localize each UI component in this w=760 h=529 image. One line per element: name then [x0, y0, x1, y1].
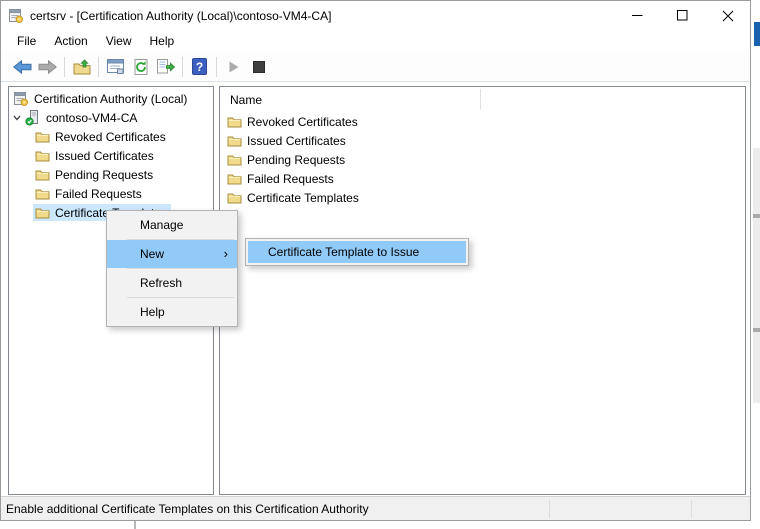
back-arrow-icon [13, 60, 32, 74]
tree-server-label: contoso-VM4-CA [46, 111, 137, 125]
tree-item-label: Revoked Certificates [55, 130, 166, 144]
list-item-issued-certificates[interactable]: Issued Certificates [220, 131, 745, 150]
tree-item-revoked-certificates[interactable]: Revoked Certificates [9, 127, 213, 146]
toolbar: ? [1, 52, 750, 82]
list-item-pending-requests[interactable]: Pending Requests [220, 150, 745, 169]
folder-icon [35, 187, 50, 200]
menu-item-label: Manage [140, 218, 183, 232]
menu-file[interactable]: File [8, 31, 45, 51]
tree-item-ca-server[interactable]: contoso-VM4-CA [9, 108, 213, 127]
background-artifact [134, 521, 136, 529]
results-list-pane: Name Revoked Certificates Issued Certifi… [219, 86, 746, 495]
forward-arrow-icon [38, 60, 57, 74]
tree-root-label: Certification Authority (Local) [34, 92, 187, 106]
menu-item-label: Certificate Template to Issue [268, 245, 419, 259]
background-artifact [754, 22, 760, 46]
toolbar-separator [182, 57, 183, 77]
folder-icon [227, 153, 242, 166]
folder-icon [227, 134, 242, 147]
tree-item-label: Issued Certificates [55, 149, 154, 163]
tree-item-pending-requests[interactable]: Pending Requests [9, 165, 213, 184]
help-icon: ? [192, 58, 207, 75]
toolbar-separator [64, 57, 65, 77]
toolbar-separator [98, 57, 99, 77]
refresh-icon [133, 59, 149, 75]
console-window-icon [107, 59, 124, 74]
list-item-label: Failed Requests [247, 172, 334, 186]
list-item-label: Certificate Templates [247, 191, 359, 205]
menu-item-label: New [140, 247, 164, 261]
title-bar: certsrv - [Certification Authority (Loca… [1, 1, 750, 30]
back-button[interactable] [10, 54, 35, 79]
maximize-icon [677, 10, 688, 21]
menu-item-label: Help [140, 305, 165, 319]
submenu-item-certificate-template-to-issue[interactable]: Certificate Template to Issue [248, 241, 466, 263]
tree-item-label: Pending Requests [55, 168, 153, 182]
list-header: Name [220, 87, 745, 112]
menu-help[interactable]: Help [141, 31, 184, 51]
column-header-name[interactable]: Name [230, 93, 262, 107]
context-menu-item-refresh[interactable]: Refresh [107, 269, 237, 297]
folder-icon [227, 115, 242, 128]
context-menu-item-manage[interactable]: Manage [107, 211, 237, 239]
close-button[interactable] [705, 1, 750, 30]
context-menu-item-help[interactable]: Help [107, 298, 237, 326]
folder-icon [227, 172, 242, 185]
export-list-icon [157, 59, 175, 74]
toolbar-separator [216, 57, 217, 77]
background-artifact [753, 328, 760, 332]
context-menu-item-new[interactable]: New › [107, 240, 237, 268]
help-button[interactable]: ? [187, 54, 212, 79]
certification-authority-icon [13, 91, 29, 107]
minimize-button[interactable] [615, 1, 660, 30]
tree-item-failed-requests[interactable]: Failed Requests [9, 184, 213, 203]
menu-bar: File Action View Help [1, 30, 750, 52]
play-icon [228, 60, 240, 74]
start-service-button[interactable] [221, 54, 246, 79]
stop-icon [253, 61, 265, 73]
folder-icon [35, 206, 50, 219]
context-menu: Manage New › Refresh Help [106, 210, 238, 327]
folder-icon [227, 191, 242, 204]
chevron-down-icon[interactable] [11, 113, 23, 123]
list-item-revoked-certificates[interactable]: Revoked Certificates [220, 112, 745, 131]
menu-action[interactable]: Action [45, 31, 96, 51]
new-submenu: Certificate Template to Issue [245, 238, 469, 266]
export-list-button[interactable] [153, 54, 178, 79]
status-bar-divider [549, 500, 550, 518]
menu-view[interactable]: View [97, 31, 141, 51]
background-artifact [753, 148, 760, 403]
tree-item-label: Failed Requests [55, 187, 142, 201]
tree-item-issued-certificates[interactable]: Issued Certificates [9, 146, 213, 165]
refresh-button[interactable] [128, 54, 153, 79]
tree-item-root[interactable]: Certification Authority (Local) [9, 89, 213, 108]
maximize-button[interactable] [660, 1, 705, 30]
background-artifact [753, 214, 760, 218]
forward-button[interactable] [35, 54, 60, 79]
status-text: Enable additional Certificate Templates … [6, 502, 369, 516]
minimize-icon [632, 10, 643, 21]
folder-icon [35, 149, 50, 162]
certification-authority-icon [8, 8, 24, 24]
stop-service-button[interactable] [246, 54, 271, 79]
up-one-level-button[interactable] [69, 54, 94, 79]
properties-window-button[interactable] [103, 54, 128, 79]
list-item-failed-requests[interactable]: Failed Requests [220, 169, 745, 188]
list-item-label: Pending Requests [247, 153, 345, 167]
window-title: certsrv - [Certification Authority (Loca… [30, 9, 331, 23]
status-bar-divider [691, 500, 692, 518]
column-divider[interactable] [480, 89, 481, 110]
close-icon [722, 10, 734, 22]
list-item-label: Revoked Certificates [247, 115, 358, 129]
status-bar: Enable additional Certificate Templates … [1, 496, 750, 520]
folder-icon [35, 130, 50, 143]
window-controls [615, 1, 750, 30]
folder-icon [35, 168, 50, 181]
submenu-arrow-icon: › [224, 246, 228, 261]
list-item-certificate-templates[interactable]: Certificate Templates [220, 188, 745, 207]
menu-item-label: Refresh [140, 276, 182, 290]
up-folder-icon [73, 59, 91, 75]
server-icon [25, 110, 41, 126]
list-item-label: Issued Certificates [247, 134, 346, 148]
